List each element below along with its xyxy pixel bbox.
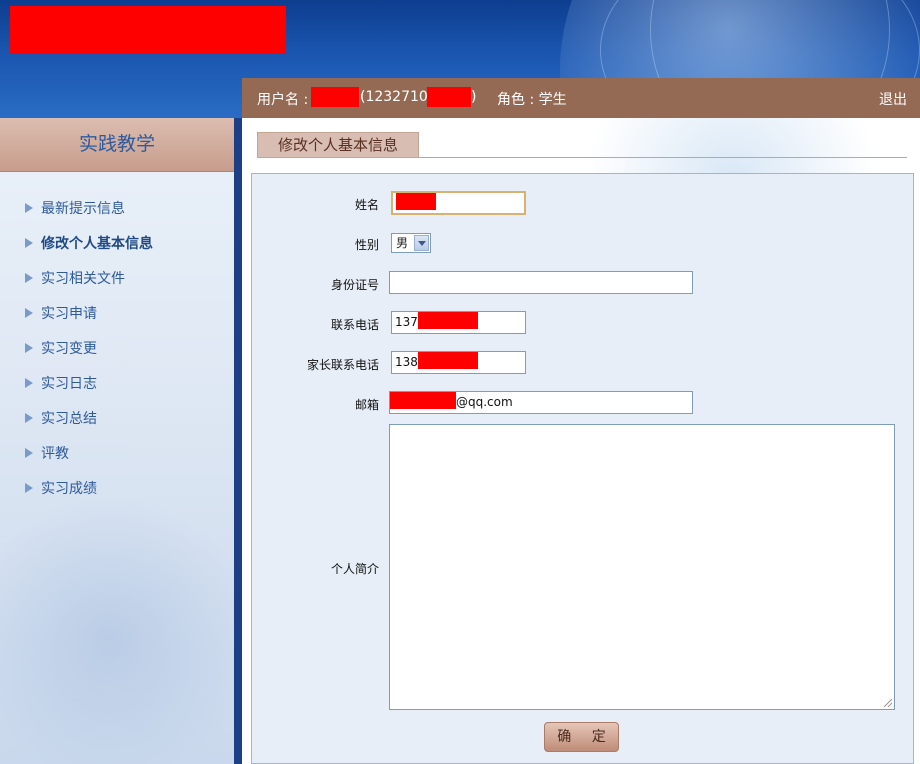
triangle-right-icon bbox=[25, 378, 33, 388]
sidebar-item-label: 实习成绩 bbox=[41, 481, 97, 497]
triangle-right-icon bbox=[25, 273, 33, 283]
parent-phone-redacted bbox=[417, 352, 478, 369]
user-id-prefix: (1232710 bbox=[360, 89, 428, 105]
username-label: 用户名 : bbox=[257, 92, 309, 108]
gender-select[interactable]: 男 bbox=[391, 233, 431, 253]
id-number-label: 身份证号 bbox=[330, 278, 379, 292]
sidebar-title: 实践教学 bbox=[0, 118, 234, 172]
chevron-down-icon bbox=[414, 235, 429, 251]
sidebar-item-teaching-evaluation[interactable]: 评教 bbox=[25, 443, 153, 478]
sidebar-item-label: 修改个人基本信息 bbox=[41, 236, 153, 252]
triangle-right-icon bbox=[25, 203, 33, 213]
parent-phone-prefix: 138 bbox=[395, 355, 418, 369]
user-id-suffix: ) bbox=[471, 89, 477, 105]
triangle-right-icon bbox=[25, 483, 33, 493]
email-label: 邮箱 bbox=[354, 398, 379, 412]
sidebar-item-label: 实习变更 bbox=[41, 341, 97, 357]
id-number-field[interactable] bbox=[389, 271, 693, 294]
parent-phone-label: 家长联系电话 bbox=[306, 358, 379, 372]
username-redacted bbox=[311, 87, 359, 107]
email-suffix: @qq.com bbox=[456, 395, 513, 409]
triangle-right-icon bbox=[25, 448, 33, 458]
user-info-bar: 用户名 : (1232710 ) 角色 : 学生 退出 bbox=[242, 78, 920, 118]
submit-button[interactable]: 确 定 bbox=[544, 722, 619, 752]
triangle-right-icon bbox=[25, 343, 33, 353]
logout-link[interactable]: 退出 bbox=[879, 89, 907, 109]
main-content: 修改个人基本信息 姓名 性别 男 身份证号 联系电话 137 家长联系电话 13… bbox=[242, 118, 920, 764]
sidebar-item-edit-profile[interactable]: 修改个人基本信息 bbox=[25, 233, 153, 268]
sidebar-item-internship-summary[interactable]: 实习总结 bbox=[25, 408, 153, 443]
email-field[interactable]: @qq.com bbox=[389, 391, 693, 414]
sidebar-item-internship-files[interactable]: 实习相关文件 bbox=[25, 268, 153, 303]
gender-label: 性别 bbox=[354, 238, 379, 252]
tab-edit-profile[interactable]: 修改个人基本信息 bbox=[257, 132, 419, 158]
map-decoration bbox=[0, 498, 234, 764]
triangle-right-icon bbox=[25, 238, 33, 248]
sidebar-menu: 最新提示信息 修改个人基本信息 实习相关文件 实习申请 实习变更 实习日志 实习… bbox=[25, 198, 153, 513]
bio-textarea[interactable] bbox=[389, 424, 895, 710]
logo-redacted bbox=[10, 6, 286, 54]
sidebar-item-internship-change[interactable]: 实习变更 bbox=[25, 338, 153, 373]
name-field[interactable] bbox=[391, 191, 526, 215]
sidebar-item-label: 实习日志 bbox=[41, 376, 97, 392]
sidebar-item-label: 最新提示信息 bbox=[41, 201, 125, 217]
sidebar-item-internship-log[interactable]: 实习日志 bbox=[25, 373, 153, 408]
name-label: 姓名 bbox=[354, 198, 379, 212]
email-redacted bbox=[390, 392, 456, 409]
sidebar-item-label: 评教 bbox=[41, 446, 69, 462]
bio-label: 个人简介 bbox=[330, 562, 379, 576]
triangle-right-icon bbox=[25, 308, 33, 318]
profile-form: 姓名 性别 男 身份证号 联系电话 137 家长联系电话 138 邮箱 @qq.… bbox=[251, 173, 914, 764]
tab-underline bbox=[257, 157, 907, 158]
phone-label: 联系电话 bbox=[330, 318, 379, 332]
phone-field[interactable]: 137 bbox=[391, 311, 526, 334]
sidebar-item-internship-application[interactable]: 实习申请 bbox=[25, 303, 153, 338]
triangle-right-icon bbox=[25, 413, 33, 423]
sidebar-item-label: 实习总结 bbox=[41, 411, 97, 427]
sidebar-item-label: 实习申请 bbox=[41, 306, 97, 322]
parent-phone-field[interactable]: 138 bbox=[391, 351, 526, 374]
sidebar-item-latest-notices[interactable]: 最新提示信息 bbox=[25, 198, 153, 233]
user-id-redacted bbox=[427, 87, 471, 107]
phone-redacted bbox=[417, 312, 478, 329]
sidebar-divider bbox=[234, 118, 242, 764]
sidebar-item-label: 实习相关文件 bbox=[41, 271, 125, 287]
sidebar: 实践教学 最新提示信息 修改个人基本信息 实习相关文件 实习申请 实习变更 实习… bbox=[0, 118, 234, 764]
role-label: 角色 : 学生 bbox=[497, 92, 567, 108]
gender-value: 男 bbox=[396, 236, 409, 250]
resize-grip-icon[interactable] bbox=[884, 699, 892, 707]
name-redacted bbox=[396, 193, 436, 210]
phone-prefix: 137 bbox=[395, 315, 418, 329]
sidebar-item-internship-grades[interactable]: 实习成绩 bbox=[25, 478, 153, 513]
